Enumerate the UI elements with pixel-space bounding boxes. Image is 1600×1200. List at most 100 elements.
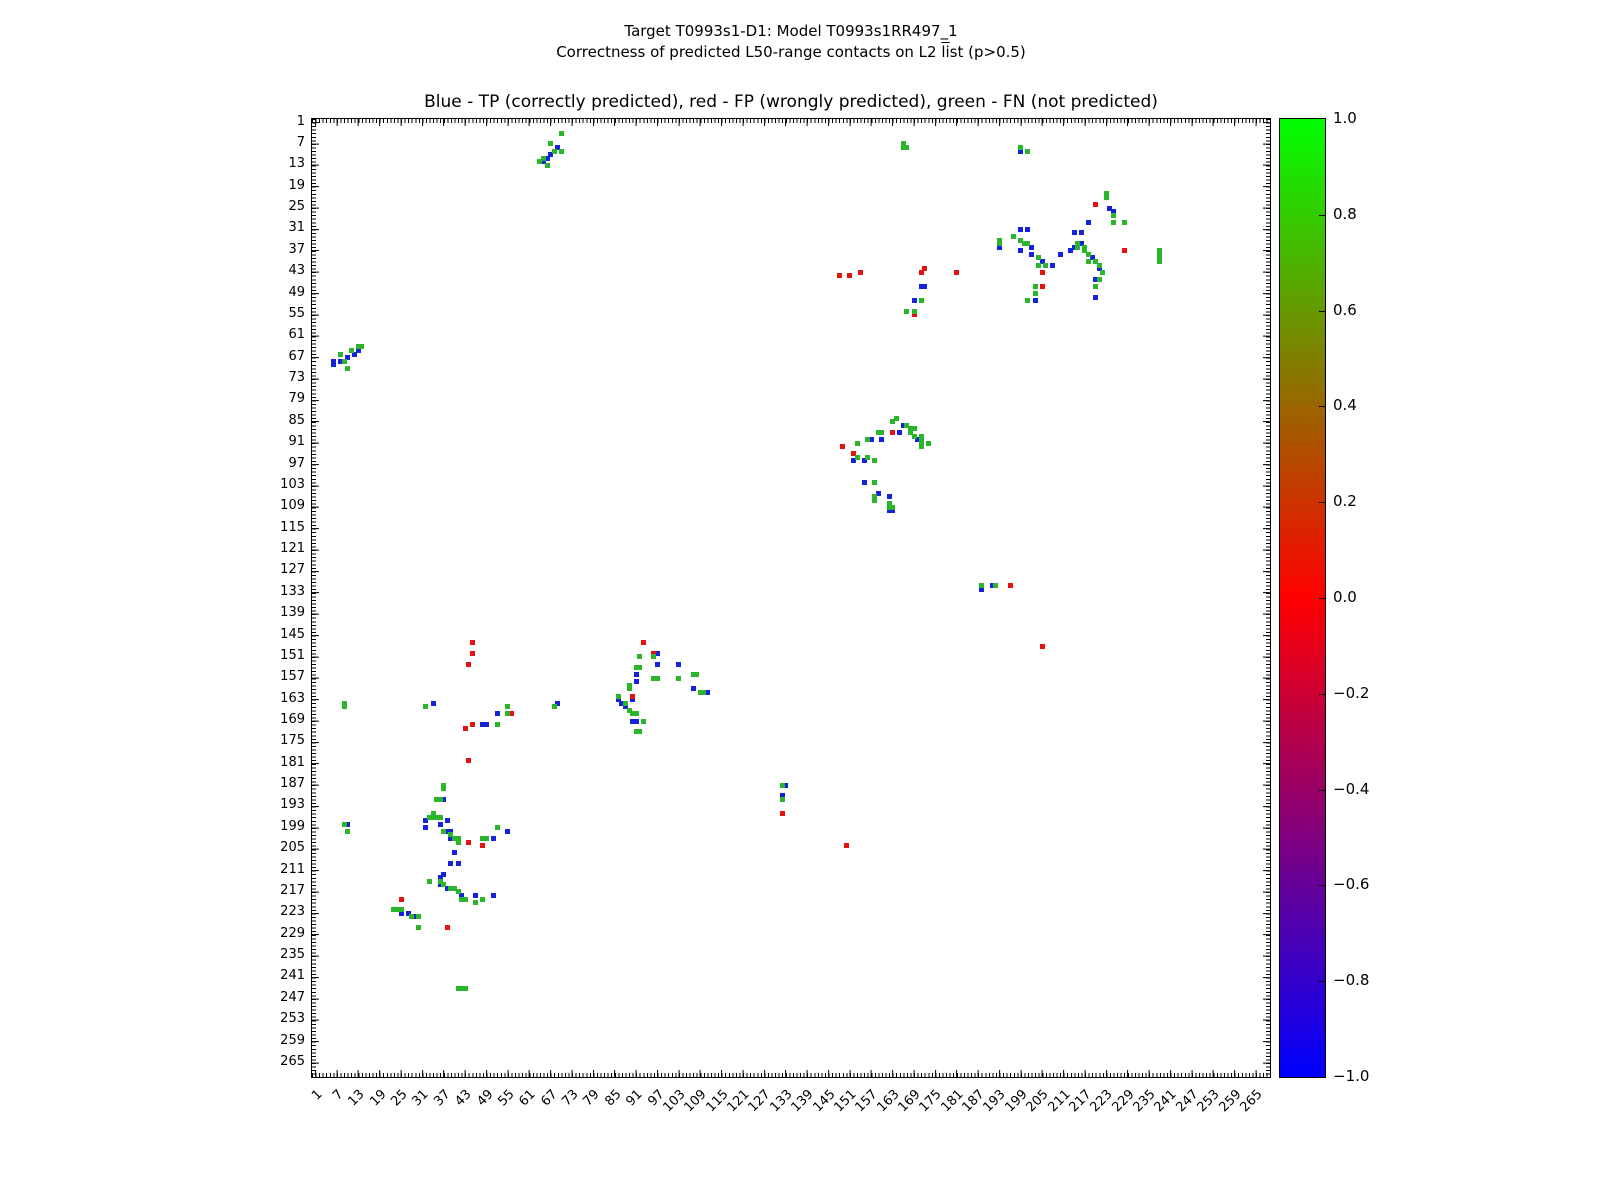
- data-point-tp: [473, 893, 478, 898]
- data-point-fn: [993, 583, 998, 588]
- data-point-fn: [441, 786, 446, 791]
- data-point-fn: [463, 986, 468, 991]
- y-tick-label: 241: [245, 968, 305, 984]
- data-point-tp: [484, 722, 489, 727]
- data-point-fp: [1040, 644, 1045, 649]
- data-point-fn: [441, 882, 446, 887]
- data-point-fn: [912, 309, 917, 314]
- data-point-fp: [844, 843, 849, 848]
- data-point-fn: [416, 914, 421, 919]
- y-tick-label: 169: [245, 712, 305, 728]
- colorbar-tick-label: 0.2: [1333, 492, 1357, 510]
- data-point-tp: [1018, 227, 1023, 232]
- y-tick-label: 199: [245, 819, 305, 835]
- y-tick-label: 217: [245, 883, 305, 899]
- data-point-tp: [912, 298, 917, 303]
- y-tick-label: 19: [245, 178, 305, 194]
- data-point-fn: [463, 897, 468, 902]
- y-tick-label: 181: [245, 755, 305, 771]
- colorbar-tick-label: −0.8: [1333, 971, 1369, 989]
- data-point-fn: [919, 444, 924, 449]
- data-point-fn: [342, 822, 347, 827]
- y-tick-label: 115: [245, 520, 305, 536]
- data-point-fn: [872, 480, 877, 485]
- data-point-tp: [1068, 248, 1073, 253]
- data-point-fp: [780, 811, 785, 816]
- data-point-fp: [641, 640, 646, 645]
- subtitle-overlined: li: [941, 43, 949, 61]
- data-point-fp: [1093, 202, 1098, 207]
- data-point-fn: [1104, 195, 1109, 200]
- data-point-fn: [979, 583, 984, 588]
- data-point-fp: [1040, 270, 1045, 275]
- data-point-tp: [634, 672, 639, 677]
- data-point-tp: [491, 893, 496, 898]
- data-point-tp: [862, 480, 867, 485]
- data-point-fn: [548, 141, 553, 146]
- data-point-fn: [1157, 259, 1162, 264]
- y-tick-label: 127: [245, 562, 305, 578]
- y-tick-label: 37: [245, 242, 305, 258]
- right-major-ticks: [1263, 119, 1270, 1077]
- left-minor-ticks: [312, 119, 316, 1077]
- data-point-fn: [1025, 241, 1030, 246]
- data-point-tp: [655, 662, 660, 667]
- colorbar-tick: [1319, 311, 1325, 312]
- y-tick-label: 79: [245, 391, 305, 407]
- data-point-tp: [1093, 295, 1098, 300]
- y-tick-label: 25: [245, 199, 305, 215]
- data-point-fn: [438, 815, 443, 820]
- data-point-fp: [858, 270, 863, 275]
- data-point-fn: [1086, 252, 1091, 257]
- data-point-fn: [780, 797, 785, 802]
- data-point-fn: [431, 811, 436, 816]
- data-point-tp: [491, 836, 496, 841]
- left-major-ticks: [312, 119, 319, 1077]
- data-point-fn: [1033, 284, 1038, 289]
- data-point-fp: [1122, 248, 1127, 253]
- y-tick-label: 31: [245, 220, 305, 236]
- data-point-fn: [559, 131, 564, 136]
- data-point-fn: [926, 441, 931, 446]
- data-point-tp: [423, 825, 428, 830]
- top-major-ticks: [312, 119, 1270, 126]
- data-point-fn: [545, 163, 550, 168]
- data-point-fn: [349, 348, 354, 353]
- data-point-fn: [641, 719, 646, 724]
- data-point-fn: [559, 149, 564, 154]
- data-point-fn: [651, 654, 656, 659]
- data-point-fp: [1040, 284, 1045, 289]
- data-point-fn: [342, 359, 347, 364]
- data-point-fn: [537, 159, 542, 164]
- y-tick-label: 139: [245, 605, 305, 621]
- data-point-fn: [480, 897, 485, 902]
- colorbar-tick-label: −0.6: [1333, 875, 1369, 893]
- data-point-fn: [1122, 220, 1127, 225]
- colorbar-tick-label: 0.8: [1333, 205, 1357, 223]
- data-point-tp: [1079, 230, 1084, 235]
- data-point-fn: [997, 241, 1002, 246]
- data-point-fn: [919, 298, 924, 303]
- y-tick-label: 151: [245, 648, 305, 664]
- data-point-fn: [1033, 291, 1038, 296]
- data-point-fp: [847, 273, 852, 278]
- data-point-fn: [456, 840, 461, 845]
- data-point-fp: [445, 925, 450, 930]
- data-point-fp: [463, 726, 468, 731]
- y-tick-label: 85: [245, 413, 305, 429]
- data-point-fn: [345, 366, 350, 371]
- data-point-fn: [438, 797, 443, 802]
- data-point-fn: [399, 907, 404, 912]
- data-point-tp: [1050, 263, 1055, 268]
- y-tick-label: 253: [245, 1011, 305, 1027]
- data-point-fn: [427, 879, 432, 884]
- data-point-fn: [904, 309, 909, 314]
- y-tick-label: 211: [245, 862, 305, 878]
- y-tick-label: 145: [245, 627, 305, 643]
- data-point-fn: [552, 149, 557, 154]
- colorbar-tick: [1319, 790, 1325, 791]
- data-point-fn: [1086, 259, 1091, 264]
- data-point-fn: [1111, 213, 1116, 218]
- data-point-fp: [466, 662, 471, 667]
- top-minor-ticks: [312, 119, 1270, 123]
